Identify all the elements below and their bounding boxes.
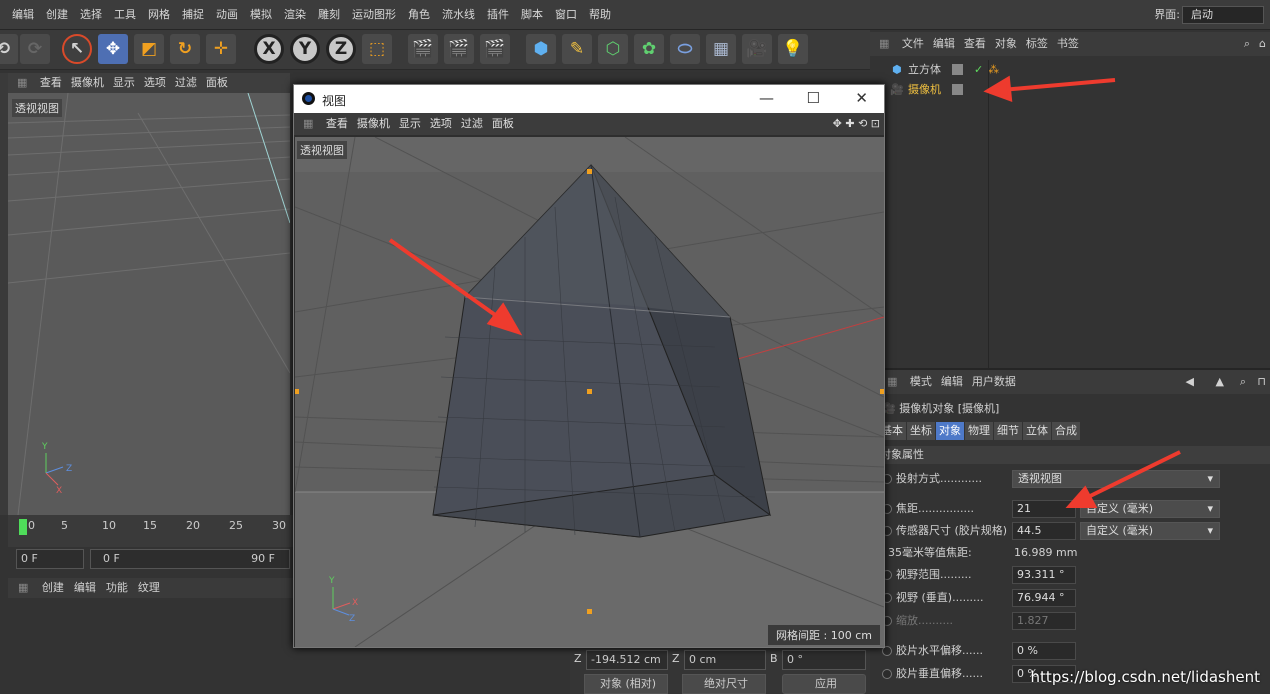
annotation-arrows	[388, 75, 1181, 508]
watermark-text: https://blog.csdn.net/lidashent	[1030, 668, 1260, 686]
